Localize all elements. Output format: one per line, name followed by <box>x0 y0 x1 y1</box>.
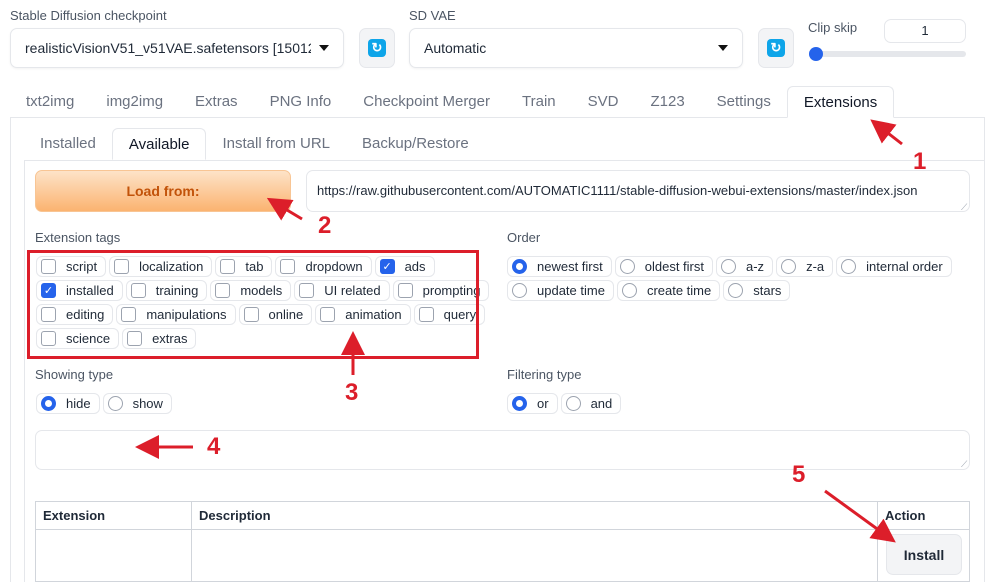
annotation-number-1: 1 <box>913 148 927 175</box>
arrow-5-icon <box>824 489 896 543</box>
arrow-1-icon <box>870 119 903 146</box>
annotation-number-3: 3 <box>345 379 359 406</box>
annotation-number-4: 4 <box>207 433 221 460</box>
annotation-number-2: 2 <box>318 212 332 239</box>
arrow-2-icon <box>266 197 303 221</box>
annotation-number-5: 5 <box>792 461 806 488</box>
annotation-arrows <box>135 119 903 543</box>
